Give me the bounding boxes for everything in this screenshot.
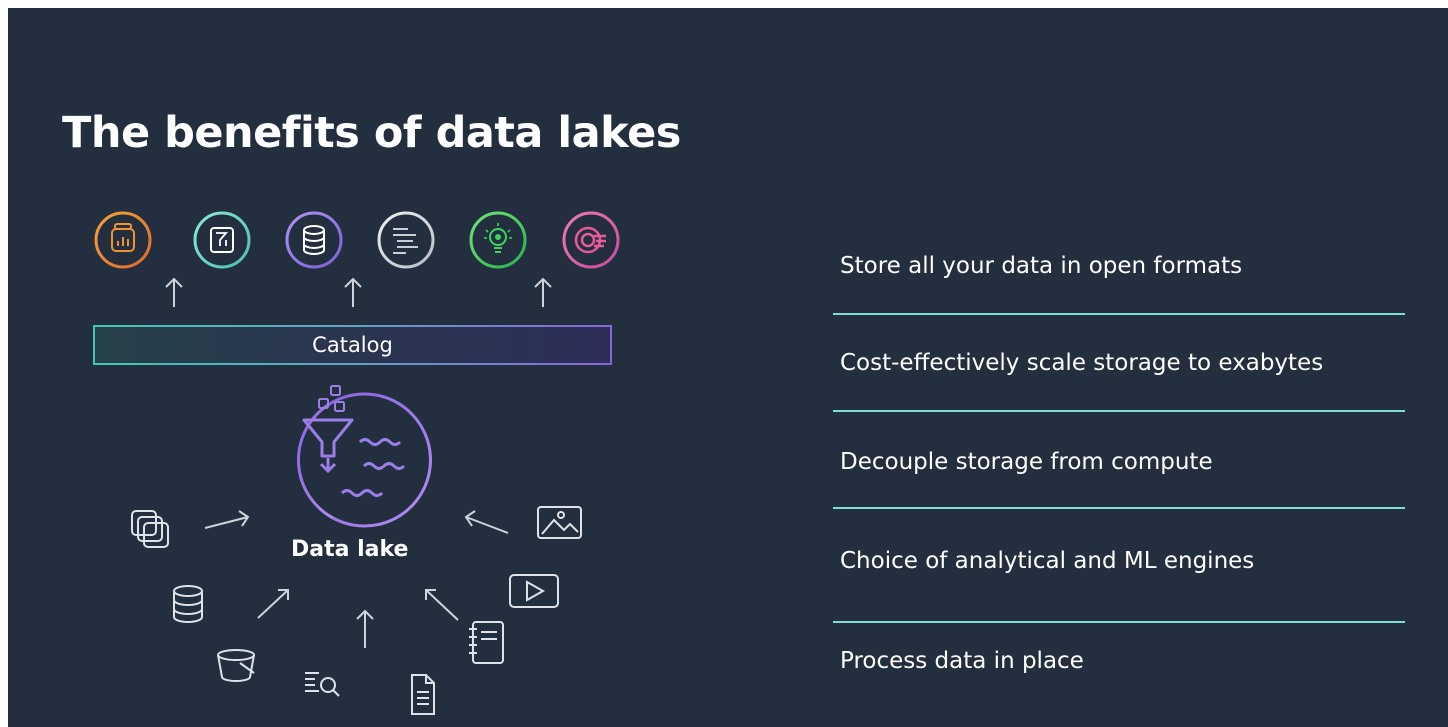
divider <box>833 507 1405 509</box>
image-icon <box>537 506 582 539</box>
divider <box>833 313 1405 315</box>
data-lake-label: Data lake <box>291 537 409 562</box>
benefit-item: Cost-effectively scale storage to exabyt… <box>840 350 1324 376</box>
database-icon <box>285 211 343 269</box>
database-stack-icon <box>173 585 203 623</box>
log-search-icon <box>305 672 340 697</box>
benefit-item: Store all your data in open formats <box>840 253 1243 279</box>
divider <box>833 410 1405 412</box>
divider <box>833 621 1405 623</box>
targeting-icon <box>562 211 620 269</box>
storage-bucket-icon <box>217 649 255 682</box>
arrow-in-icon <box>464 510 509 534</box>
slide: The benefits of data lakes Catalog Data … <box>8 8 1448 727</box>
ml-lightbulb-icon <box>469 211 527 269</box>
stacked-layers-icon <box>131 510 169 548</box>
benefit-item: Process data in place <box>840 648 1084 674</box>
up-arrow-icon <box>534 277 552 307</box>
arrow-in-icon <box>204 510 250 529</box>
document-translation-icon <box>193 211 251 269</box>
code-editor-icon <box>377 211 435 269</box>
document-icon <box>411 674 435 715</box>
catalog-bar: Catalog <box>93 325 612 365</box>
arrow-in-icon <box>257 589 289 619</box>
benefit-item: Decouple storage from compute <box>840 449 1213 475</box>
analytics-dashboard-icon <box>94 211 152 269</box>
arrow-in-icon <box>425 589 459 621</box>
up-arrow-icon <box>165 277 183 307</box>
arrow-in-icon <box>356 609 374 648</box>
benefit-item: Choice of analytical and ML engines <box>840 548 1255 574</box>
up-arrow-icon <box>344 277 362 307</box>
video-icon <box>509 574 559 608</box>
notebook-icon <box>469 621 504 664</box>
data-lake-icon <box>296 385 432 528</box>
